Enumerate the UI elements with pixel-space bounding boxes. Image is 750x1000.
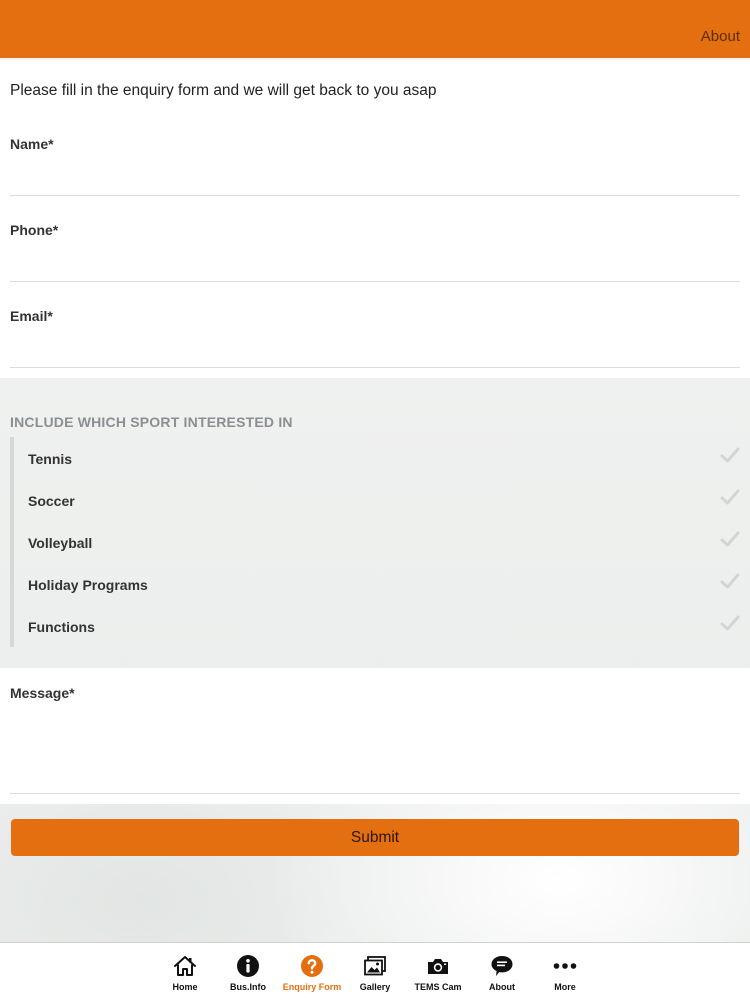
tab-home[interactable]: Home: [153, 943, 217, 1000]
form-intro: Please fill in the enquiry form and we w…: [10, 82, 437, 99]
name-field-label: Name*: [10, 136, 54, 152]
phone-field-underline: [10, 281, 740, 282]
checkmark-icon: [720, 573, 740, 589]
home-icon: [174, 956, 196, 976]
camera-icon: [428, 959, 448, 974]
message-textarea[interactable]: [10, 712, 740, 790]
checkmark-icon: [720, 489, 740, 505]
tab-label: Home: [172, 982, 198, 992]
phone-input[interactable]: [10, 250, 740, 280]
checkmark-icon: [720, 447, 740, 463]
gallery-icon: [364, 956, 386, 976]
tab-label: About: [489, 982, 515, 992]
tab-bus-info[interactable]: Bus.Info: [216, 943, 280, 1000]
message-field-underline: [10, 793, 740, 794]
phone-field-label: Phone*: [10, 222, 59, 238]
sport-checklist: Tennis Soccer Volleyball Holiday Program…: [10, 437, 750, 647]
tab-more[interactable]: More: [533, 943, 597, 1000]
tab-enquiry-form[interactable]: Enquiry Form: [280, 943, 344, 1000]
message-panel: Message*: [0, 668, 750, 804]
top-bar: About: [0, 0, 750, 58]
checkmark-icon: [720, 615, 740, 631]
info-icon: [237, 955, 259, 977]
sport-option-label: Tennis: [28, 451, 73, 467]
tab-about[interactable]: About: [470, 943, 534, 1000]
email-field-label: Email*: [10, 308, 53, 324]
about-link[interactable]: About: [701, 28, 740, 45]
speech-bubble-icon: [491, 956, 513, 976]
tab-label: TEMS Cam: [414, 982, 462, 992]
message-field-label: Message*: [10, 685, 75, 701]
tab-tems-cam[interactable]: TEMS Cam: [406, 943, 470, 1000]
more-icon: [553, 963, 577, 969]
sport-option-label: Volleyball: [28, 535, 93, 551]
tab-label: More: [554, 982, 576, 992]
sport-option-volleyball[interactable]: Volleyball: [14, 521, 750, 563]
checkmark-icon: [720, 531, 740, 547]
tab-label: Gallery: [359, 982, 391, 992]
sports-section-heading: INCLUDE WHICH SPORT INTERESTED IN: [10, 414, 293, 430]
sport-option-functions[interactable]: Functions: [14, 605, 750, 647]
sport-option-label: Soccer: [28, 493, 75, 509]
tab-gallery[interactable]: Gallery: [343, 943, 407, 1000]
email-input[interactable]: [10, 336, 740, 366]
sport-option-holiday-programs[interactable]: Holiday Programs: [14, 563, 750, 605]
bottom-tab-bar: Home Bus.Info Enquiry Form Gallery TEMS …: [0, 942, 750, 1000]
name-field-underline: [10, 195, 740, 196]
sport-option-label: Holiday Programs: [28, 577, 148, 593]
sport-option-tennis[interactable]: Tennis: [14, 437, 750, 479]
sport-option-soccer[interactable]: Soccer: [14, 479, 750, 521]
sport-option-label: Functions: [28, 619, 95, 635]
submit-button[interactable]: Submit: [11, 819, 739, 856]
email-field-underline: [10, 367, 740, 368]
name-input[interactable]: [10, 164, 740, 194]
tab-label: Enquiry Form: [282, 982, 342, 992]
contact-fields-panel: Please fill in the enquiry form and we w…: [0, 60, 750, 378]
tab-label: Bus.Info: [230, 982, 266, 992]
question-icon: [301, 955, 323, 977]
